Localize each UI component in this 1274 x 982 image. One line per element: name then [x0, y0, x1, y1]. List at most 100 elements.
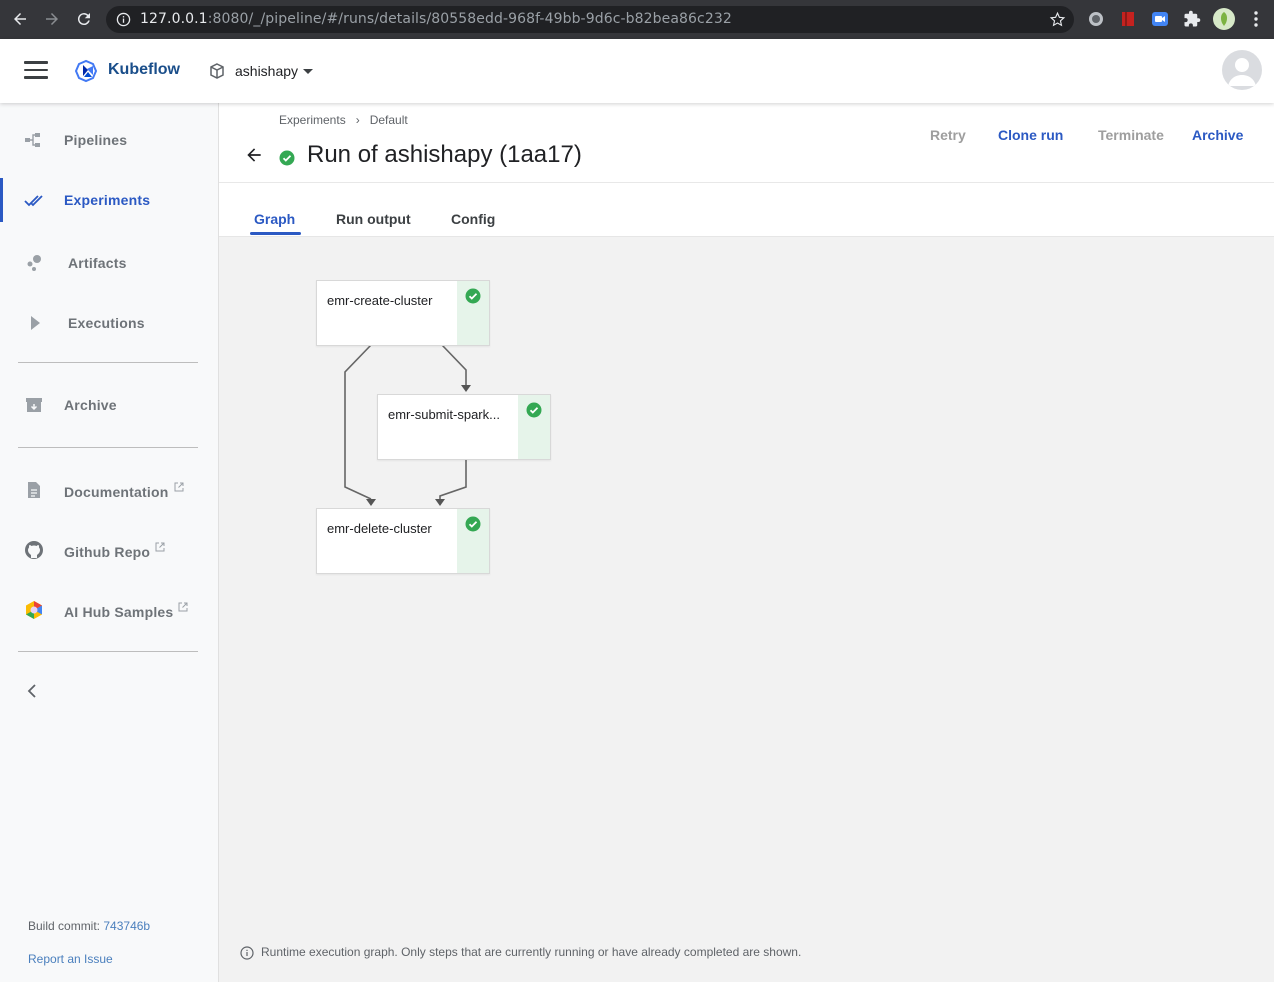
- reload-icon[interactable]: [73, 8, 95, 30]
- extensions-puzzle-icon[interactable]: [1183, 10, 1201, 28]
- sidebar-item-label: Executions: [68, 315, 145, 331]
- build-commit: Build commit: 743746b: [28, 919, 150, 933]
- edge-create-to-delete: [344, 344, 372, 500]
- artifacts-icon: [27, 255, 41, 271]
- breadcrumb-separator: ›: [355, 113, 360, 127]
- namespace-cube-icon: [210, 63, 224, 79]
- menu-icon[interactable]: [24, 61, 48, 81]
- pipelines-icon: [25, 133, 40, 147]
- bookmark-star-icon[interactable]: [1049, 11, 1066, 28]
- play-icon: [31, 316, 40, 330]
- success-check-icon: [465, 516, 481, 532]
- breadcrumb: Experiments › Default: [279, 113, 408, 127]
- external-link-icon: [178, 602, 188, 612]
- build-commit-link[interactable]: 743746b: [103, 919, 150, 933]
- site-info-icon[interactable]: [116, 12, 131, 27]
- more-vert-icon[interactable]: [1249, 10, 1263, 28]
- sidebar-item-github-repo[interactable]: Github Repo: [0, 528, 218, 572]
- sidebar: Pipelines Experiments Artifacts Executio…: [0, 103, 219, 982]
- main-content: Experiments › Default Run of ashishapy (1a…: [219, 103, 1274, 982]
- browser-toolbar: 127.0.0.1:8080/_/pipeline/#/runs/details…: [0, 0, 1274, 39]
- success-check-icon: [465, 288, 481, 304]
- archive-icon: [26, 398, 42, 412]
- sidebar-item-label: Pipelines: [64, 132, 128, 148]
- arrowhead: [461, 385, 471, 392]
- ai-hub-icon: [26, 601, 42, 619]
- edge-create-to-submit: [441, 344, 467, 385]
- sidebar-divider: [18, 447, 198, 448]
- namespace-selector[interactable]: ashishapy: [235, 63, 298, 79]
- arrowhead: [366, 499, 376, 506]
- extension-circle-icon[interactable]: [1087, 10, 1105, 28]
- account-icon: [1228, 58, 1256, 86]
- edge-submit-to-delete: [439, 459, 467, 499]
- clone-run-button[interactable]: Clone run: [998, 127, 1063, 143]
- graph-footnote: Runtime execution graph. Only steps that…: [261, 945, 802, 959]
- node-label: emr-submit-spark...: [388, 407, 500, 422]
- github-repo-label: Github Repo: [64, 544, 151, 560]
- sidebar-item-label: Artifacts: [68, 255, 127, 271]
- sidebar-divider: [18, 651, 198, 652]
- sidebar-divider: [18, 362, 198, 363]
- graph-node-emr-submit-spark[interactable]: emr-submit-spark...: [377, 394, 551, 460]
- arrowhead: [435, 499, 445, 506]
- sidebar-item-archive[interactable]: Archive: [0, 383, 218, 427]
- success-check-icon: [526, 402, 542, 418]
- app-header: Kubeflow ashishapy: [0, 39, 1274, 103]
- terminate-button[interactable]: Terminate: [1098, 127, 1164, 143]
- success-check-icon: [279, 150, 295, 166]
- app-title[interactable]: Kubeflow: [108, 61, 180, 79]
- external-link-icon: [174, 482, 183, 492]
- graph-node-emr-create-cluster[interactable]: emr-create-cluster: [316, 280, 490, 346]
- breadcrumb-default[interactable]: Default: [370, 113, 408, 127]
- experiments-icon: [24, 195, 43, 207]
- sidebar-item-label: Documentation: [64, 482, 184, 500]
- sidebar-item-executions[interactable]: Executions: [0, 301, 218, 345]
- archive-button[interactable]: Archive: [1192, 127, 1243, 143]
- build-commit-label: Build commit:: [28, 919, 101, 933]
- sidebar-item-label: Github Repo: [64, 542, 165, 560]
- sidebar-item-artifacts[interactable]: Artifacts: [0, 241, 218, 285]
- tab-run-output[interactable]: Run output: [336, 211, 411, 227]
- retry-button[interactable]: Retry: [930, 127, 966, 143]
- breadcrumb-experiments[interactable]: Experiments: [279, 113, 346, 127]
- chevron-down-icon[interactable]: [303, 69, 313, 74]
- kubeflow-logo-icon[interactable]: [74, 58, 100, 84]
- active-tab-indicator: [250, 232, 301, 235]
- node-label: emr-create-cluster: [327, 293, 433, 308]
- tab-graph[interactable]: Graph: [254, 211, 295, 227]
- profile-avatar-icon[interactable]: [1213, 8, 1235, 30]
- external-link-icon: [155, 542, 165, 552]
- graph-edges: [344, 344, 471, 506]
- sidebar-item-label: AI Hub Samples: [64, 602, 188, 620]
- header-divider: [219, 182, 1274, 183]
- tab-config[interactable]: Config: [451, 211, 495, 227]
- sidebar-item-pipelines[interactable]: Pipelines: [0, 118, 218, 162]
- back-icon[interactable]: [9, 8, 31, 30]
- user-avatar[interactable]: [1222, 50, 1262, 90]
- info-icon: [240, 946, 254, 960]
- documentation-label: Documentation: [64, 484, 169, 500]
- extension-book-icon[interactable]: [1119, 10, 1137, 28]
- address-bar[interactable]: 127.0.0.1:8080/_/pipeline/#/runs/details…: [106, 6, 1074, 33]
- sidebar-item-experiments[interactable]: Experiments: [0, 178, 218, 222]
- collapse-chevron-left-icon[interactable]: [24, 683, 40, 699]
- ai-hub-samples-label: AI Hub Samples: [64, 604, 174, 620]
- sidebar-item-documentation[interactable]: Documentation: [0, 468, 218, 512]
- forward-icon[interactable]: [41, 8, 63, 30]
- report-issue-link[interactable]: Report an Issue: [28, 952, 113, 966]
- page-title: Run of ashishapy (1aa17): [307, 141, 582, 168]
- back-arrow-icon[interactable]: [244, 145, 264, 165]
- graph-node-emr-delete-cluster[interactable]: emr-delete-cluster: [316, 508, 490, 574]
- sidebar-item-label: Experiments: [64, 192, 151, 208]
- github-icon: [25, 541, 43, 559]
- url-text: 127.0.0.1:8080/_/pipeline/#/runs/details…: [140, 11, 732, 27]
- node-label: emr-delete-cluster: [327, 521, 432, 536]
- url-host: 127.0.0.1: [140, 11, 208, 27]
- extension-video-icon[interactable]: [1151, 10, 1169, 28]
- sidebar-item-label: Archive: [64, 397, 117, 413]
- document-icon: [28, 482, 40, 498]
- runtime-graph: emr-create-cluster emr-submit-spark... e…: [219, 236, 1274, 982]
- sidebar-item-ai-hub-samples[interactable]: AI Hub Samples: [0, 588, 218, 632]
- url-path: :8080/_/pipeline/#/runs/details/80558edd…: [207, 11, 732, 27]
